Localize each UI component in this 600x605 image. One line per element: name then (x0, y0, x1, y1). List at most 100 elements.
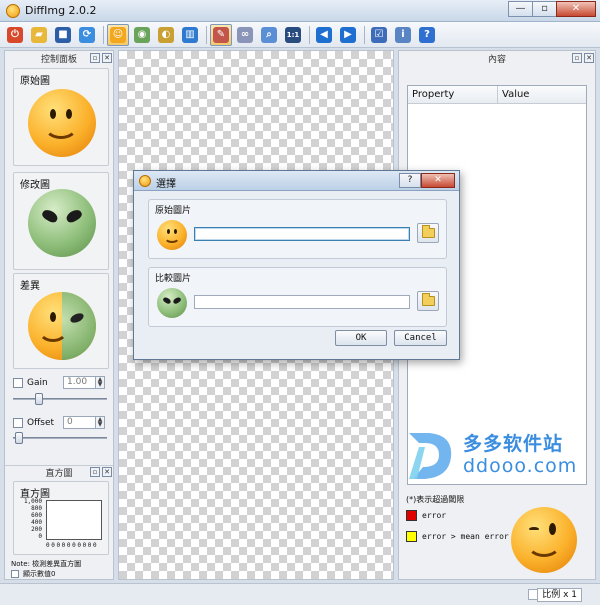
link-button[interactable]: ∞ (234, 24, 256, 46)
open-folder-button[interactable]: ▰ (28, 24, 50, 46)
watermark-cn-text: 多多软件站 (463, 433, 564, 455)
minimize-button[interactable]: — (508, 1, 533, 17)
checklist-button[interactable]: ☑ (368, 24, 390, 46)
dialog-close-button[interactable]: ✕ (421, 173, 455, 188)
modified-image-button[interactable]: ◉ (131, 24, 153, 46)
help-icon: ? (419, 26, 435, 43)
histogram-panel-title: 直方圖 (45, 469, 73, 479)
app-icon (6, 4, 20, 18)
exit-button[interactable]: ⏻ (4, 24, 26, 46)
content-panel-title: 內容 (487, 55, 506, 65)
folder-icon (421, 225, 435, 238)
scale-readout: 比例 x 1 (537, 588, 582, 602)
gain-slider-thumb[interactable] (35, 393, 43, 405)
legend-error-label: error (422, 511, 447, 520)
info-button[interactable]: i (392, 24, 414, 46)
show-values-checkbox[interactable] (11, 570, 19, 578)
ok-button[interactable]: OK (335, 330, 387, 346)
watermark-en-text: ddooo.com (463, 455, 578, 477)
offset-label: Offset (27, 418, 55, 428)
previous-button[interactable]: ◀ (313, 24, 335, 46)
toolbar-separator (103, 25, 104, 44)
original-picture-label: 原始圖片 (155, 206, 192, 216)
zoom-icon: ⌕ (261, 26, 277, 43)
browse-compare-button[interactable] (417, 291, 439, 311)
actual-size-icon: 1:1 (285, 26, 301, 43)
wink-smiley-icon (511, 507, 577, 573)
legend-mean-error-label: error > mean error (422, 532, 509, 541)
legend-error: error (406, 510, 446, 521)
close-content-icon[interactable]: ✕ (584, 53, 594, 63)
offset-slider-thumb[interactable] (15, 432, 23, 444)
save-button[interactable]: ■ (52, 24, 74, 46)
modified-image-icon: ◉ (134, 26, 150, 43)
float-panel-icon[interactable]: ▫ (90, 53, 100, 63)
difference-image-button[interactable]: ◐ (155, 24, 177, 46)
compare-picture-label: 比較圖片 (155, 274, 192, 284)
cancel-button[interactable]: Cancel (394, 330, 447, 346)
close-panel-icon[interactable]: ✕ (102, 53, 112, 63)
original-image-icon: ☺ (110, 26, 126, 43)
dialog-app-icon (139, 175, 151, 187)
difference-image-icon: ◐ (158, 26, 174, 43)
analyze-icon: ✎ (213, 26, 229, 43)
next-icon: ▶ (340, 26, 356, 43)
maximize-button[interactable]: ▫ (532, 1, 557, 17)
analyze-button[interactable]: ✎ (210, 23, 232, 46)
original-image-button[interactable]: ☺ (107, 23, 129, 46)
status-bar: 比例 x 1 (0, 583, 600, 605)
difference-face-icon[interactable] (28, 292, 96, 360)
zoom-button[interactable]: ⌕ (258, 24, 280, 46)
original-picture-group: 原始圖片 (148, 199, 447, 259)
legend-mean-error-swatch (406, 531, 417, 542)
close-window-button[interactable]: ✕ (556, 1, 596, 17)
toolbar-separator (206, 25, 207, 44)
float-content-icon[interactable]: ▫ (572, 53, 582, 63)
offset-value: 0 (67, 417, 73, 427)
toolbar-separator (364, 25, 365, 44)
modified-alien-icon[interactable] (28, 189, 96, 257)
gain-slider[interactable] (13, 393, 107, 405)
close-histogram-icon[interactable]: ✕ (102, 467, 112, 477)
gain-value: 1.00 (67, 377, 88, 387)
help-button[interactable]: ? (416, 24, 438, 46)
show-values-row: 顯示數值0 (11, 569, 55, 579)
compare-picture-icon (157, 288, 187, 318)
float-histogram-icon[interactable]: ▫ (90, 467, 100, 477)
column-value[interactable]: Value (498, 86, 586, 103)
column-property[interactable]: Property (408, 86, 498, 103)
histogram-panel-header: 直方圖 ▫ ✕ (5, 465, 113, 479)
gain-spin-arrows-icon[interactable]: ▲ ▼ (95, 377, 104, 388)
original-smiley-icon[interactable] (28, 89, 96, 157)
offset-spin-arrows-icon[interactable]: ▲ ▼ (95, 417, 104, 428)
offset-row: Offset (13, 418, 54, 428)
modified-image-group: 修改圖 (13, 172, 109, 270)
compare-picture-group: 比較圖片 (148, 267, 447, 327)
watermark: 多多软件站 ddooo.com (405, 425, 595, 485)
property-table-header: Property Value (408, 86, 586, 104)
offset-checkbox[interactable] (13, 418, 23, 428)
next-button[interactable]: ▶ (337, 24, 359, 46)
dialog-help-button[interactable]: ? (399, 173, 421, 188)
split-view-icon: ▥ (182, 26, 198, 43)
actual-size-button[interactable]: 1:1 (282, 24, 304, 46)
folder-icon (421, 293, 435, 306)
original-picture-path-input[interactable] (194, 227, 410, 241)
browse-original-button[interactable] (417, 223, 439, 243)
offset-spinbox[interactable]: 0 ▲ ▼ (63, 416, 105, 429)
control-panel-title: 控制面板 (40, 55, 77, 65)
histogram-y-labels: 1,000 800 600 400 200 0 (23, 498, 42, 540)
link-icon: ∞ (237, 26, 253, 43)
save-icon: ■ (55, 26, 71, 43)
histogram-plot (46, 500, 102, 540)
histogram-group: 直方圖 1,000 800 600 400 200 0 0 0 0 0 0 0 … (13, 481, 109, 555)
histogram-x-labels: 0 0 0 0 0 0 0 0 0 0 (46, 542, 97, 549)
gain-spinbox[interactable]: 1.00 ▲ ▼ (63, 376, 105, 389)
offset-slider[interactable] (13, 432, 107, 444)
gain-checkbox[interactable] (13, 378, 23, 388)
refresh-button[interactable]: ⟳ (76, 24, 98, 46)
original-image-group: 原始圖 (13, 68, 109, 166)
title-bar: DiffImg 2.0.2 — ▫ ✕ (0, 0, 600, 22)
compare-picture-path-input[interactable] (194, 295, 410, 309)
split-view-button[interactable]: ▥ (179, 24, 201, 46)
